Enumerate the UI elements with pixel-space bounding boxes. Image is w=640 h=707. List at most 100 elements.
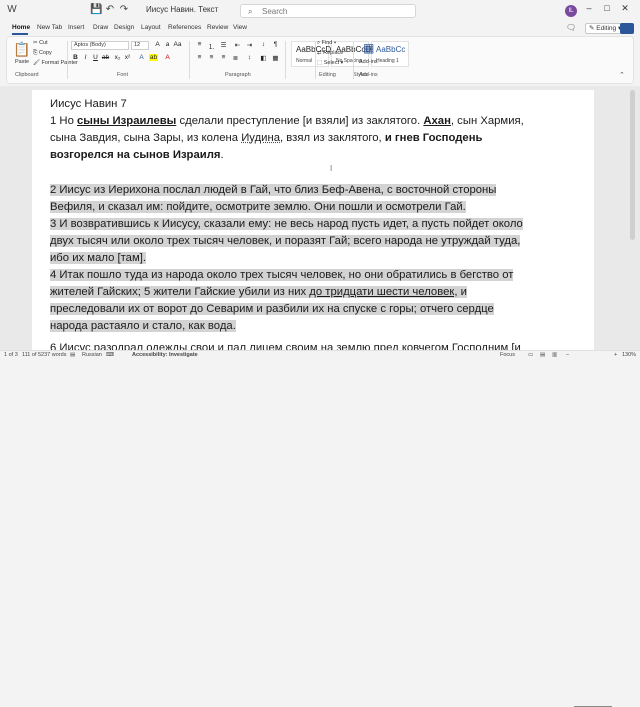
tab-new-tab[interactable]: New Tab xyxy=(37,24,62,31)
copy-button[interactable]: ⎘ Copy xyxy=(33,50,52,57)
language-indicator[interactable]: Russian xyxy=(82,352,102,358)
align-right-icon[interactable]: ≡ xyxy=(219,54,228,61)
paste-icon[interactable]: 📋 xyxy=(13,41,30,58)
zoom-out-icon[interactable]: – xyxy=(566,352,569,358)
clipboard-group-label: Clipboard xyxy=(15,72,39,78)
add-ins-group-label: Add-ins xyxy=(359,72,378,78)
accessibility-status[interactable]: Accessibility: Investigate xyxy=(132,352,198,358)
shrink-font-icon[interactable]: a xyxy=(163,41,172,48)
increase-indent-icon[interactable]: ⇥ xyxy=(245,41,254,49)
italic-icon[interactable]: I xyxy=(81,54,90,61)
share-button[interactable] xyxy=(620,23,634,34)
tab-layout[interactable]: Layout xyxy=(141,24,161,31)
show-marks-icon[interactable]: ¶ xyxy=(271,41,280,48)
change-case-icon[interactable]: Aa xyxy=(173,41,182,48)
search-input[interactable]: ⌕ Search xyxy=(240,4,416,18)
find-button[interactable]: ⌕ Find ▾ xyxy=(317,40,336,47)
tab-review[interactable]: Review xyxy=(207,24,228,31)
borders-icon[interactable]: ▦ xyxy=(271,54,280,62)
text-run: сына Завдия, сына Зары, из колена xyxy=(50,132,242,144)
divider xyxy=(285,41,286,79)
ribbon: 📋 Paste ✂ Cut ⎘ Copy 🖌 Format Painter Cl… xyxy=(6,36,634,84)
text-effects-icon[interactable]: A xyxy=(137,54,146,61)
style-sample: AaBbCc xyxy=(376,45,406,54)
paragraph-group-label: Paragraph xyxy=(225,72,251,78)
style-name: Normal xyxy=(296,58,313,64)
print-layout-icon[interactable]: ▤ xyxy=(540,352,545,358)
verse-line: 6 Иисус разодрал одежды свои и пал лицем… xyxy=(50,342,521,350)
comment-icon[interactable]: 🗨 xyxy=(566,23,576,32)
verse-line: жителей Гайских; 5 жители Гайские убили … xyxy=(50,284,467,301)
replace-button[interactable]: ⇄ Replace xyxy=(317,50,343,56)
zoom-in-icon[interactable]: + xyxy=(614,352,617,358)
divider xyxy=(189,41,190,79)
numbering-icon[interactable]: ⒈ xyxy=(207,41,216,51)
autosave-toggle[interactable] xyxy=(22,4,34,16)
superscript-icon[interactable]: x² xyxy=(123,54,132,61)
decrease-indent-icon[interactable]: ⇤ xyxy=(233,41,242,49)
font-color-icon[interactable]: A xyxy=(163,54,172,61)
page-count[interactable]: 1 of 3 xyxy=(4,352,18,358)
tab-references[interactable]: References xyxy=(168,24,201,31)
vertical-scrollbar[interactable] xyxy=(630,90,635,240)
minimize-icon[interactable]: – xyxy=(582,3,596,13)
tab-draw[interactable]: Draw xyxy=(93,24,108,31)
ribbon-tabs: Home New Tab Insert Draw Design Layout R… xyxy=(0,22,640,36)
close-icon[interactable]: ✕ xyxy=(618,3,632,14)
divider xyxy=(67,41,68,79)
copy-label: Copy xyxy=(38,50,52,56)
shading-icon[interactable]: ◧ xyxy=(259,54,268,62)
verse-1-line-1: 1 Но сыны Израилевы сделали преступление… xyxy=(50,113,524,130)
justify-icon[interactable]: ≣ xyxy=(231,54,240,62)
undo-icon[interactable]: ↶ xyxy=(104,4,116,16)
align-left-icon[interactable]: ≡ xyxy=(195,54,204,61)
tab-design[interactable]: Design xyxy=(114,24,134,31)
zoom-level[interactable]: 130% xyxy=(622,352,636,358)
editing-group-label: Editing xyxy=(319,72,336,78)
bullets-icon[interactable]: ≡ xyxy=(195,41,204,48)
avatar[interactable]: IL xyxy=(565,5,577,17)
document-title: Иисус Навин. Текст xyxy=(146,5,219,14)
highlighted-text: народа растаяло и стало, как вода. xyxy=(50,320,236,332)
line-spacing-icon[interactable]: ↕ xyxy=(245,54,254,61)
text-run-bold: возгорелся на сынов Израиля xyxy=(50,149,221,161)
verse-1-line-3: возгорелся на сынов Израиля. xyxy=(50,147,224,164)
font-group-label: Font xyxy=(117,72,129,78)
focus-button[interactable]: Focus xyxy=(500,352,515,358)
highlighted-text: 3 И возвратившись к Иисусу, сказали ему:… xyxy=(50,218,523,230)
active-tab-indicator xyxy=(12,33,28,35)
tab-home[interactable]: Home xyxy=(12,24,30,31)
text-run-bold: Ахан xyxy=(423,115,451,127)
read-mode-icon[interactable]: ▭ xyxy=(528,352,533,358)
add-ins-icon[interactable]: ▦ xyxy=(363,41,374,55)
multilevel-list-icon[interactable]: ☰ xyxy=(219,41,228,49)
font-size-select[interactable]: 12 xyxy=(131,41,149,50)
text-cursor: I xyxy=(330,164,333,173)
font-family-select[interactable]: Aptos (Body) xyxy=(71,41,129,50)
underline-icon[interactable]: U xyxy=(91,54,100,61)
maximize-icon[interactable]: □ xyxy=(600,3,614,13)
proofing-icon[interactable]: ▤ xyxy=(70,352,75,358)
text-run-bold: сыны Израилевы xyxy=(77,115,177,127)
chapter-heading: Иисус Навин 7 xyxy=(50,98,127,110)
subscript-icon[interactable]: x₂ xyxy=(113,54,122,61)
select-button[interactable]: ⬚ Select ▾ xyxy=(317,60,343,66)
redo-icon[interactable]: ↷ xyxy=(118,4,130,16)
tab-view[interactable]: View xyxy=(233,24,247,31)
collapse-ribbon-icon[interactable]: ⌃ xyxy=(619,71,625,79)
paste-label[interactable]: Paste xyxy=(15,59,29,65)
sort-icon[interactable]: ↕ xyxy=(259,41,268,48)
strikethrough-icon[interactable]: ab xyxy=(101,54,110,61)
web-layout-icon[interactable]: ▥ xyxy=(552,352,557,358)
bold-icon[interactable]: B xyxy=(71,54,80,61)
document-page[interactable]: Иисус Навин 7 1 Но сыны Израилевы сделал… xyxy=(32,90,594,350)
grow-font-icon[interactable]: A xyxy=(153,41,162,48)
save-icon[interactable]: 💾 xyxy=(90,4,102,16)
cut-button[interactable]: ✂ Cut xyxy=(33,40,48,46)
highlight-color-icon[interactable]: ab xyxy=(149,54,158,61)
align-center-icon[interactable]: ≡ xyxy=(207,54,216,61)
tab-insert[interactable]: Insert xyxy=(68,24,84,31)
search-icon: ⌕ xyxy=(248,7,253,16)
add-ins-button[interactable]: Add-ins xyxy=(359,59,378,65)
word-count[interactable]: 111 of 5237 words xyxy=(22,352,66,358)
